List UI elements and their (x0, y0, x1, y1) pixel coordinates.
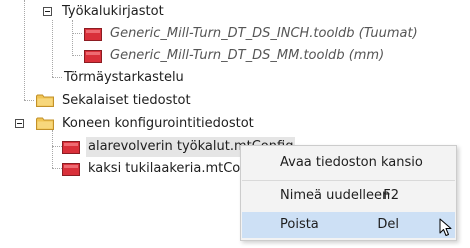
menu-separator (242, 180, 455, 181)
folder-icon (36, 117, 54, 130)
tree-item-collision-check[interactable]: Törmäystarkastelu (0, 68, 240, 88)
folder-icon (36, 94, 54, 107)
tree-item-label: Työkalukirjastot (62, 4, 164, 19)
red-file-icon (62, 163, 80, 176)
red-file-icon (84, 28, 102, 41)
tree-item-label: Generic_Mill-Turn_DT_DS_INCH.tooldb (Tuu… (110, 26, 418, 41)
tree-item-machine-config-files[interactable]: Koneen konfigurointitiedostot (0, 114, 300, 134)
tree-item-misc-files[interactable]: Sekalaiset tiedostot (0, 91, 240, 111)
tree-item-label: kaksi tukilaakeria.mtConfig (88, 161, 265, 176)
menu-item-label: Nimeä uudelleen (280, 188, 391, 203)
tree-item-label: Koneen konfigurointitiedostot (62, 116, 254, 131)
tree-item-tool-libraries[interactable]: Työkalukirjastot (0, 2, 240, 22)
menu-item-shortcut: Del (377, 217, 399, 232)
tree-item-tooldb-mm[interactable]: Generic_Mill-Turn_DT_DS_MM.tooldb (mm) (0, 46, 470, 66)
tree-item-label: Generic_Mill-Turn_DT_DS_MM.tooldb (mm) (110, 48, 385, 63)
tree-item-label: Sekalaiset tiedostot (62, 93, 191, 108)
tree-item-label: Törmäystarkastelu (64, 70, 184, 85)
tree-item-tooldb-inch[interactable]: Generic_Mill-Turn_DT_DS_INCH.tooldb (Tuu… (0, 24, 470, 44)
menu-item-delete[interactable]: Poista Del (242, 212, 455, 238)
menu-item-label: Poista (280, 217, 319, 232)
menu-item-rename[interactable]: Nimeä uudelleen F2 (242, 183, 455, 209)
mouse-cursor-icon (439, 218, 452, 236)
menu-item-shortcut: F2 (383, 188, 399, 203)
menu-item-label: Avaa tiedoston kansio (280, 155, 423, 170)
collapse-toggle[interactable] (43, 7, 52, 16)
red-file-icon (62, 141, 80, 154)
red-file-icon (84, 50, 102, 63)
context-menu: Avaa tiedoston kansio Nimeä uudelleen F2… (240, 145, 457, 241)
collapse-toggle[interactable] (15, 119, 24, 128)
menu-item-open-file-folder[interactable]: Avaa tiedoston kansio (242, 150, 455, 176)
